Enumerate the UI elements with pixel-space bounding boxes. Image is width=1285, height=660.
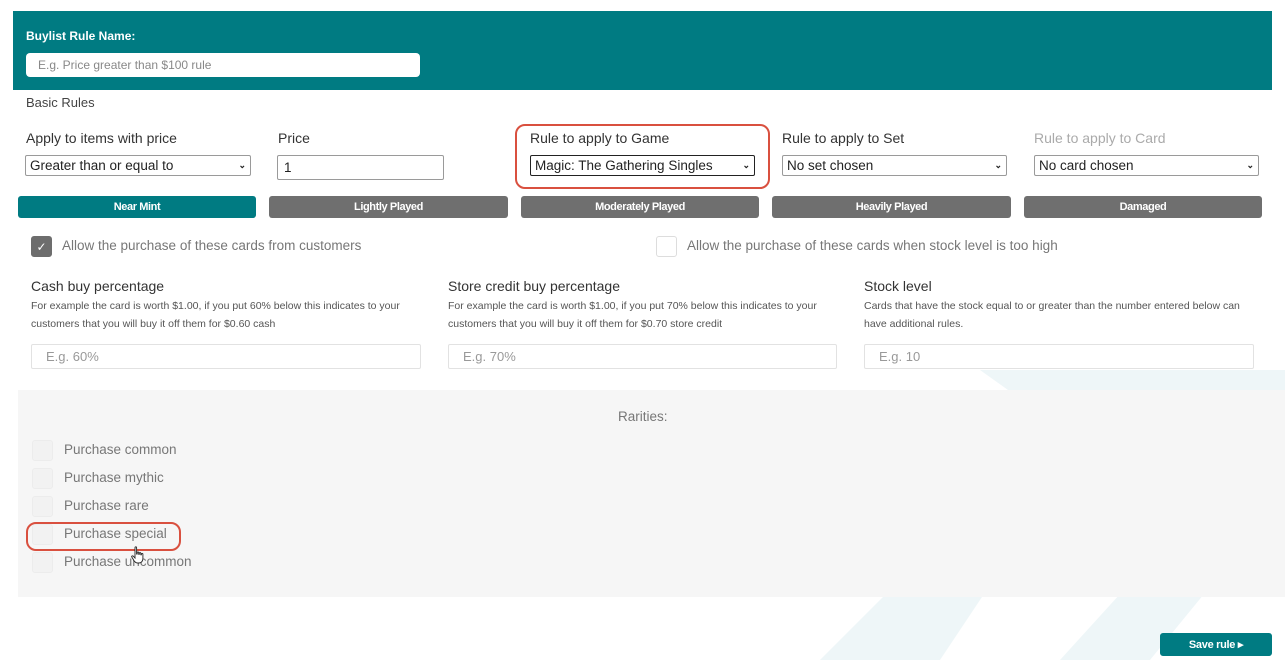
buylist-rule-page: Buylist Rule Name: Basic Rules Apply to … bbox=[0, 0, 1285, 660]
stock-level-input[interactable] bbox=[864, 344, 1254, 369]
condition-moderately-played-button[interactable]: Moderately Played bbox=[521, 196, 759, 218]
condition-near-mint-button[interactable]: Near Mint bbox=[18, 196, 256, 218]
rarity-uncommon-checkbox[interactable] bbox=[32, 552, 53, 573]
cash-desc-line-2: customers that you will buy it off them … bbox=[31, 318, 276, 330]
credit-percentage-title: Store credit buy percentage bbox=[448, 278, 620, 294]
set-label: Rule to apply to Set bbox=[782, 130, 905, 146]
chevron-down-icon: ⌄ bbox=[1246, 160, 1254, 170]
credit-percentage-input[interactable] bbox=[448, 344, 837, 369]
stock-desc-line-2: have additional rules. bbox=[864, 318, 964, 330]
allow-purchase-label: Allow the purchase of these cards from c… bbox=[62, 238, 362, 253]
price-label: Price bbox=[278, 130, 310, 146]
set-value: No set chosen bbox=[787, 158, 874, 173]
cash-percentage-input[interactable] bbox=[31, 344, 421, 369]
allow-high-stock-checkbox[interactable] bbox=[656, 236, 677, 257]
price-filter-value: Greater than or equal to bbox=[30, 158, 174, 173]
rule-name-label: Buylist Rule Name: bbox=[26, 29, 136, 43]
rarity-common-checkbox[interactable] bbox=[32, 440, 53, 461]
credit-desc-line-2: customers that you will buy it off them … bbox=[448, 318, 723, 330]
rarity-common-label: Purchase common bbox=[64, 442, 177, 457]
card-label: Rule to apply to Card bbox=[1034, 130, 1166, 146]
rarities-title: Rarities: bbox=[618, 409, 668, 424]
credit-desc-line-1: For example the card is worth $1.00, if … bbox=[448, 300, 817, 312]
allow-high-stock-label: Allow the purchase of these cards when s… bbox=[687, 238, 1058, 253]
rarity-rare-label: Purchase rare bbox=[64, 498, 149, 513]
chevron-down-icon: ⌄ bbox=[994, 160, 1002, 170]
rarities-panel: Rarities: Purchase common Purchase mythi… bbox=[18, 390, 1285, 597]
price-filter-label: Apply to items with price bbox=[26, 130, 177, 146]
card-value: No card chosen bbox=[1039, 158, 1134, 173]
special-highlight-annotation bbox=[26, 522, 181, 551]
rarity-mythic-label: Purchase mythic bbox=[64, 470, 164, 485]
allow-purchase-checkbox[interactable]: ✓ bbox=[31, 236, 52, 257]
condition-lightly-played-button[interactable]: Lightly Played bbox=[269, 196, 508, 218]
save-rule-button[interactable]: Save rule ▸ bbox=[1160, 633, 1272, 656]
card-select[interactable]: No card chosen ⌄ bbox=[1034, 155, 1259, 176]
condition-heavily-played-button[interactable]: Heavily Played bbox=[772, 196, 1011, 218]
price-input[interactable] bbox=[277, 155, 444, 180]
basic-rules-title: Basic Rules bbox=[26, 95, 95, 110]
rarity-rare-checkbox[interactable] bbox=[32, 496, 53, 517]
stock-level-description: Cards that have the stock equal to or gr… bbox=[864, 297, 1240, 333]
rule-name-header: Buylist Rule Name: bbox=[13, 11, 1272, 90]
rarity-mythic-checkbox[interactable] bbox=[32, 468, 53, 489]
hand-cursor-icon bbox=[131, 546, 144, 564]
rule-name-input[interactable] bbox=[26, 53, 420, 77]
cash-percentage-title: Cash buy percentage bbox=[31, 278, 165, 294]
set-select[interactable]: No set chosen ⌄ bbox=[782, 155, 1007, 176]
rarity-uncommon-label: Purchase uncommon bbox=[64, 554, 192, 569]
credit-percentage-description: For example the card is worth $1.00, if … bbox=[448, 297, 817, 333]
stock-desc-line-1: Cards that have the stock equal to or gr… bbox=[864, 300, 1240, 312]
cash-desc-line-1: For example the card is worth $1.00, if … bbox=[31, 300, 400, 312]
cash-percentage-description: For example the card is worth $1.00, if … bbox=[31, 297, 400, 333]
chevron-down-icon: ⌄ bbox=[238, 160, 246, 170]
stock-level-title: Stock level bbox=[864, 278, 932, 294]
checkmark-icon: ✓ bbox=[36, 240, 47, 254]
price-filter-select[interactable]: Greater than or equal to ⌄ bbox=[25, 155, 251, 176]
condition-damaged-button[interactable]: Damaged bbox=[1024, 196, 1262, 218]
game-highlight-annotation bbox=[515, 124, 770, 189]
